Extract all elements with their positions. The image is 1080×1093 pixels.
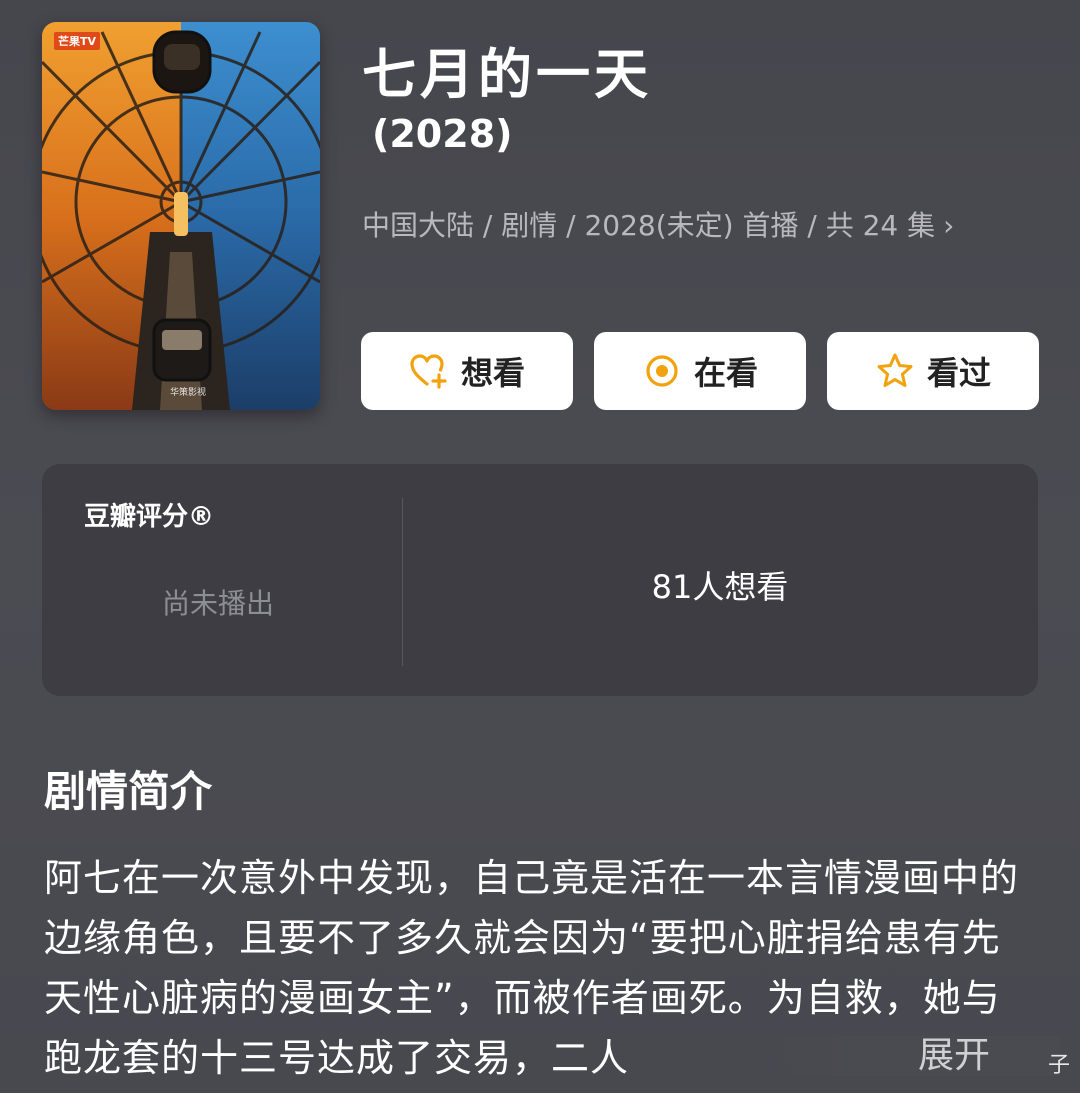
expand-synopsis-button[interactable]: 展开 bbox=[918, 1026, 990, 1078]
want-to-watch-count[interactable]: 81人想看 bbox=[402, 562, 1038, 608]
show-meta-text: 中国大陆 / 剧情 / 2028(未定) 首播 / 共 24 集 bbox=[362, 209, 936, 242]
target-circle-icon bbox=[642, 351, 682, 391]
star-icon bbox=[875, 351, 915, 391]
rating-card: 豆瓣评分® 尚未播出 81人想看 bbox=[42, 464, 1038, 696]
want-to-watch-label: 想看 bbox=[460, 354, 525, 392]
douban-rating-label: 豆瓣评分® bbox=[84, 502, 215, 532]
synopsis-heading: 剧情简介 bbox=[44, 767, 213, 816]
channel-logo: 芒果TV bbox=[54, 32, 101, 50]
watched-label: 看过 bbox=[926, 354, 991, 392]
studio-mark: 华策影视 bbox=[170, 388, 207, 398]
show-year: (2028) bbox=[372, 112, 513, 156]
want-to-watch-button[interactable]: 想看 bbox=[361, 332, 573, 410]
movie-detail-page: 芒果TV 华策影视 七月的一天 (2028) 中国大陆 / 剧情 / 2028(… bbox=[0, 0, 1080, 1093]
synopsis-fade bbox=[760, 1036, 1060, 1076]
watching-button[interactable]: 在看 bbox=[594, 332, 806, 410]
corner-mark: 子 bbox=[1047, 1053, 1070, 1078]
poster-artwork bbox=[42, 22, 320, 410]
poster-image[interactable]: 芒果TV 华策影视 bbox=[42, 22, 320, 410]
show-title: 七月的一天 bbox=[362, 43, 652, 106]
chevron-right-icon: › bbox=[943, 209, 955, 242]
rating-status: 尚未播出 bbox=[162, 587, 275, 620]
watched-button[interactable]: 看过 bbox=[827, 332, 1039, 410]
show-meta-link[interactable]: 中国大陆 / 剧情 / 2028(未定) 首播 / 共 24 集 › bbox=[362, 204, 954, 244]
heart-plus-icon bbox=[409, 351, 449, 391]
watching-label: 在看 bbox=[693, 354, 758, 392]
